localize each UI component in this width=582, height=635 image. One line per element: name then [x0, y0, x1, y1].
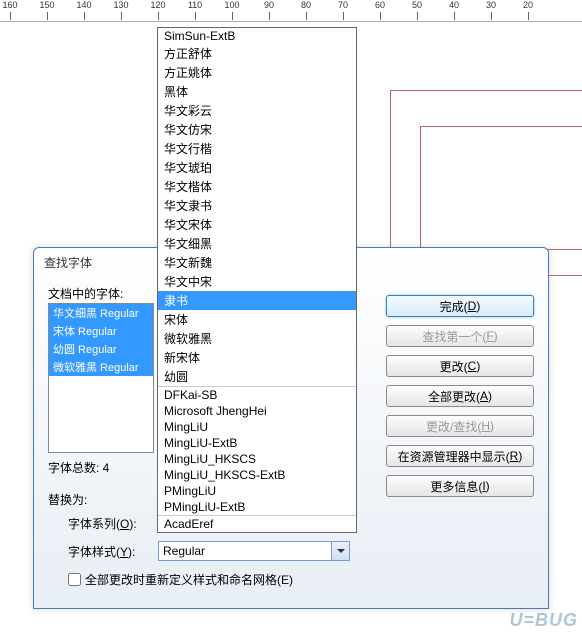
reveal-in-explorer-button[interactable]: 在资源管理器中显示(R): [386, 445, 534, 467]
ruler-tick: 80: [291, 0, 321, 10]
font-style-value: Regular: [163, 544, 205, 558]
font-style-label: 字体样式(Y):: [68, 543, 154, 560]
ruler-tick: 70: [328, 0, 358, 10]
font-dropdown-item[interactable]: 华文仿宋: [158, 120, 356, 139]
change-button[interactable]: 更改(C): [386, 355, 534, 377]
ruler-tick: 120: [143, 0, 173, 10]
ruler-tick: 40: [439, 0, 469, 10]
font-dropdown-item[interactable]: 宋体: [158, 310, 356, 329]
ruler-tick: 50: [402, 0, 432, 10]
ruler-tick: 30: [476, 0, 506, 10]
font-dropdown-item[interactable]: PMingLiU-ExtB: [158, 499, 356, 515]
font-dropdown-item[interactable]: SimSun-ExtB: [158, 28, 356, 44]
font-dropdown-item[interactable]: MingLiU: [158, 419, 356, 435]
redefine-styles-checkbox[interactable]: [68, 573, 81, 586]
redefine-styles-row: 全部更改时重新定义样式和命名网格(E): [68, 571, 293, 588]
font-dropdown-item[interactable]: 新宋体: [158, 348, 356, 367]
font-dropdown-item[interactable]: 黑体: [158, 82, 356, 101]
font-dropdown-item[interactable]: MingLiU_HKSCS: [158, 451, 356, 467]
chevron-down-icon[interactable]: [331, 542, 349, 560]
find-first-button[interactable]: 查找第一个(F): [386, 325, 534, 347]
font-dropdown-item[interactable]: 华文行楷: [158, 139, 356, 158]
font-dropdown-item[interactable]: 微软雅黑: [158, 329, 356, 348]
change-all-button[interactable]: 全部更改(A): [386, 385, 534, 407]
font-dropdown-list[interactable]: SimSun-ExtB方正舒体方正姚体黑体华文彩云华文仿宋华文行楷华文琥珀华文楷…: [157, 27, 357, 533]
doc-fonts-listbox[interactable]: 华文细黑 Regular宋体 Regular幼圆 Regular微软雅黑 Reg…: [48, 303, 154, 453]
font-dropdown-item[interactable]: 华文隶书: [158, 196, 356, 215]
doc-font-item[interactable]: 微软雅黑 Regular: [49, 358, 153, 376]
ruler-tick: 140: [69, 0, 99, 10]
font-style-row: 字体样式(Y): Regular: [68, 541, 350, 561]
font-dropdown-item[interactable]: 华文宋体: [158, 215, 356, 234]
font-count-label: 字体总数: 4: [48, 459, 109, 476]
ruler-tick: 160: [0, 0, 25, 10]
font-family-label: 字体系列(O):: [68, 515, 154, 532]
redefine-styles-label: 全部更改时重新定义样式和命名网格(E): [85, 571, 293, 588]
ruler-tick: 150: [32, 0, 62, 10]
more-info-button[interactable]: 更多信息(I): [386, 475, 534, 497]
font-dropdown-item[interactable]: Microsoft JhengHei: [158, 403, 356, 419]
font-dropdown-item[interactable]: 华文楷体: [158, 177, 356, 196]
change-find-button[interactable]: 更改/查找(H): [386, 415, 534, 437]
font-dropdown-item[interactable]: 华文中宋: [158, 272, 356, 291]
watermark: U=BUG: [509, 610, 578, 631]
doc-font-item[interactable]: 宋体 Regular: [49, 322, 153, 340]
horizontal-ruler: 160 150 140 130 120 110 100 90 80 70 60 50 40 30 20: [0, 0, 582, 22]
doc-font-item[interactable]: 幼圆 Regular: [49, 340, 153, 358]
font-dropdown-item[interactable]: 华文细黑: [158, 234, 356, 253]
ruler-tick: 20: [513, 0, 543, 10]
ruler-tick: 60: [365, 0, 395, 10]
font-dropdown-item[interactable]: MingLiU-ExtB: [158, 435, 356, 451]
ruler-tick: 130: [106, 0, 136, 10]
font-dropdown-item[interactable]: MingLiU_HKSCS-ExtB: [158, 467, 356, 483]
doc-fonts-label: 文档中的字体:: [48, 285, 123, 302]
font-dropdown-item[interactable]: DFKai-SB: [158, 387, 356, 403]
font-dropdown-item[interactable]: AcadEref: [158, 516, 356, 532]
ruler-tick: 110: [180, 0, 210, 10]
ruler-tick: 100: [217, 0, 247, 10]
doc-font-item[interactable]: 华文细黑 Regular: [49, 304, 153, 322]
button-column: 完成(D) 查找第一个(F) 更改(C) 全部更改(A) 更改/查找(H) 在资…: [386, 295, 534, 497]
font-style-combobox[interactable]: Regular: [158, 541, 350, 561]
font-dropdown-item[interactable]: 方正姚体: [158, 63, 356, 82]
font-dropdown-item[interactable]: PMingLiU: [158, 483, 356, 499]
done-button[interactable]: 完成(D): [386, 295, 534, 317]
font-dropdown-item[interactable]: 华文琥珀: [158, 158, 356, 177]
font-dropdown-item[interactable]: 华文彩云: [158, 101, 356, 120]
replace-with-label: 替换为:: [48, 491, 87, 508]
font-dropdown-item[interactable]: 华文新魏: [158, 253, 356, 272]
font-dropdown-item[interactable]: 幼圆: [158, 367, 356, 386]
ruler-tick: 90: [254, 0, 284, 10]
font-dropdown-item[interactable]: 方正舒体: [158, 44, 356, 63]
font-dropdown-item[interactable]: 隶书: [158, 291, 356, 310]
